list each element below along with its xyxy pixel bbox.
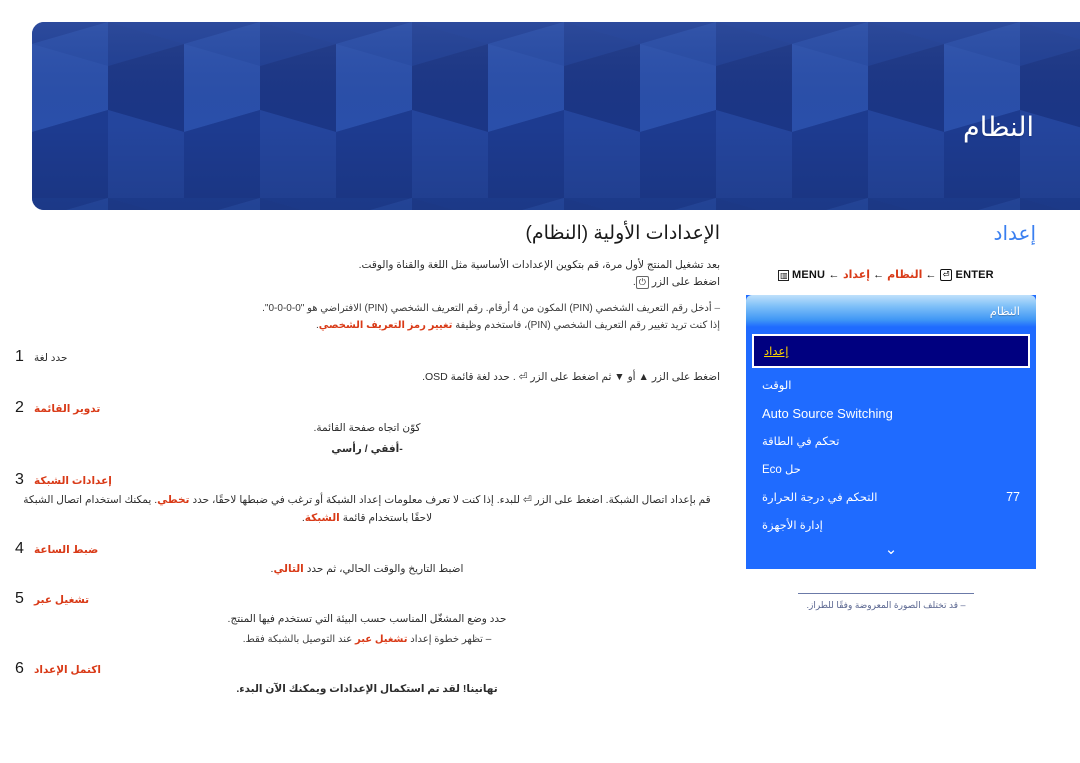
osd-item-auto-source-switching[interactable]: Auto Source Switching [746, 399, 1036, 427]
osd-item-power-control[interactable]: تحكم في الطاقة [746, 427, 1036, 455]
page-content: الإعدادات الأولية (النظام) بعد تشغيل الم… [0, 222, 1080, 763]
menu-path-breadcrumb: ▥ MENU ← النظام ← إعداد ← ⏎ ENTER [736, 268, 1036, 282]
instructions-column: الإعدادات الأولية (النظام) بعد تشغيل الم… [14, 222, 720, 711]
step-1-head: 1 حدد لغة [14, 348, 720, 366]
osd-item-temperature-control-value: 77 [1006, 490, 1020, 505]
osd-panel-header: النظام [746, 295, 1036, 328]
page-header-banner: النظام [32, 22, 1080, 210]
setup-step-3: 3 إعدادات الشبكة قم بإعداد اتصال الشبكة.… [14, 471, 720, 528]
breadcrumb-enter-word: ENTER [955, 269, 994, 281]
osd-item-setup-label: إعداد [764, 346, 789, 359]
step-4-label: ضبط الساعة [34, 543, 99, 556]
step-2-head: 2 تدوير القائمة [14, 399, 720, 417]
step-2-label: تدوير القائمة [34, 403, 101, 416]
breadcrumb-arrow-3: ← [925, 269, 937, 281]
breadcrumb-arrow-1: ← [828, 269, 840, 281]
chevron-down-icon[interactable]: ⌄ [746, 539, 1036, 559]
step-3-head: 3 إعدادات الشبكة [14, 471, 720, 489]
pin-note-line-2a: إذا كنت تريد تغيير رقم التعريف الشخصي (P… [455, 320, 720, 332]
next-option-link[interactable]: التالي [273, 563, 303, 575]
step-3-body-a: قم بإعداد اتصال الشبكة. اضغط على الزر ⏎ … [192, 493, 711, 506]
menu-button-icon: ▥ [778, 269, 789, 281]
note-dash: ‒ [714, 303, 720, 315]
step-4-head: 4 ضبط الساعة [14, 540, 720, 558]
osd-section-title: إعداد [993, 223, 1036, 245]
setup-step-6: 6 اكتمل الإعداد تهانينا! لقد تم استكمال … [14, 660, 720, 699]
step-5-number: 5 [15, 590, 24, 608]
osd-menu-panel: النظام إعداد الوقت Auto Source Switching… [746, 295, 1036, 570]
step-3-label: إعدادات الشبكة [34, 474, 112, 487]
osd-item-auto-source-switching-label: Auto Source Switching [762, 405, 893, 421]
step-6-head: 6 اكتمل الإعداد [14, 660, 720, 678]
step-2-options: -أفقي / رأسي [331, 443, 403, 455]
step-2-number: 2 [15, 399, 24, 417]
pin-note: ‒ أدخل رقم التعريف الشخصي (PIN) المكون م… [14, 300, 720, 334]
breadcrumb-crumb-setup[interactable]: إعداد [843, 269, 870, 281]
osd-item-setup[interactable]: إعداد [752, 334, 1030, 369]
step-6-number: 6 [15, 660, 24, 678]
breadcrumb-crumb-system[interactable]: النظام [887, 269, 922, 281]
step-5-note: ‒ تظهر خطوة إعداد تشغيل عبر عند التوصيل … [14, 631, 720, 648]
setup-step-4: 4 ضبط الساعة اضبط التاريخ والوقت الحالي،… [14, 540, 720, 579]
osd-reference-column: إعداد ▥ MENU ← النظام ← إعداد ← ⏎ ENTER … [736, 222, 1036, 611]
setup-step-2: 2 تدوير القائمة كوّن اتجاه صفحة القائمة.… [14, 399, 720, 459]
section-title: الإعدادات الأولية (النظام) [525, 223, 720, 244]
caption-divider [798, 593, 974, 595]
step-1-body: اضغط على الزر ▲ أو ▼ ثم اضغط على الزر ⏎ … [422, 371, 720, 384]
step-5-body: حدد وضع المشغّل المناسب حسب البيئة التي … [227, 613, 507, 626]
step-6-label: اكتمل الإعداد [34, 664, 101, 677]
step-4-body: اضبط التاريخ والوقت الحالي، ثم حدد التال… [14, 561, 720, 579]
intro-line-2-prefix: اضغط على الزر [651, 276, 720, 288]
step-4-number: 4 [15, 539, 24, 557]
osd-item-device-manager[interactable]: إدارة الأجهزة [746, 511, 1036, 539]
osd-item-eco-solution[interactable]: حل Eco [746, 455, 1036, 483]
setup-step-5: 5 تشغيل عبر حدد وضع المشغّل المناسب حسب … [14, 590, 720, 648]
step-1-number: 1 [15, 348, 24, 366]
osd-item-time[interactable]: الوقت [746, 371, 1036, 399]
step-4-body-a: اضبط التاريخ والوقت الحالي، ثم حدد [306, 562, 464, 575]
breadcrumb-menu-word: MENU [792, 269, 826, 281]
step-5-head: 5 تشغيل عبر [14, 590, 720, 608]
breadcrumb-arrow-2: ← [873, 269, 885, 281]
page-title: النظام [963, 112, 1034, 142]
pin-note-line-1: أدخل رقم التعريف الشخصي (PIN) المكون من … [262, 303, 712, 315]
osd-image-caption: ‒ قد تختلف الصورة المعروضة وفقًا للطراز. [806, 600, 966, 611]
intro-line-1: بعد تشغيل المنتج لأول مرة، قم بتكوين الإ… [358, 258, 720, 271]
step-2-body: كوّن اتجاه صفحة القائمة. [313, 422, 421, 435]
osd-header-label: النظام [989, 306, 1020, 319]
step-5-note-dash: ‒ [485, 634, 492, 646]
power-key-icon: ⏻ [635, 275, 649, 289]
osd-item-temperature-control[interactable]: التحكم في درجة الحرارة 77 [746, 483, 1036, 511]
step-5-note-b: عند التوصيل بالشبكة فقط. [242, 634, 353, 646]
setup-steps-list: 1 حدد لغة اضغط على الزر ▲ أو ▼ ثم اضغط ع… [14, 348, 720, 699]
step-6-body: تهانينا! لقد تم استكمال الإعدادات ويمكنك… [236, 683, 498, 696]
osd-item-time-label: الوقت [762, 380, 792, 393]
banner-cube-pattern [32, 22, 1080, 210]
network-menu-link[interactable]: الشبكة [305, 512, 340, 524]
skip-option-link[interactable]: تخطي [157, 494, 189, 506]
step-1-label: حدد لغة [34, 352, 68, 365]
step-3-body: قم بإعداد اتصال الشبكة. اضغط على الزر ⏎ … [14, 492, 720, 528]
intro-paragraph: بعد تشغيل المنتج لأول مرة، قم بتكوين الإ… [14, 257, 720, 292]
step-5-note-a: تظهر خطوة إعداد [410, 634, 483, 646]
osd-menu-items: إعداد الوقت Auto Source Switching تحكم ف… [746, 327, 1036, 539]
osd-item-temperature-control-label: التحكم في درجة الحرارة [762, 492, 878, 505]
osd-item-device-manager-label: إدارة الأجهزة [762, 520, 823, 533]
step-3-number: 3 [15, 470, 24, 488]
osd-item-power-control-label: تحكم في الطاقة [762, 436, 840, 449]
setup-step-1: 1 حدد لغة اضغط على الزر ▲ أو ▼ ثم اضغط ع… [14, 348, 720, 387]
enter-key-icon: ⏎ [939, 269, 953, 282]
play-via-link[interactable]: تشغيل عبر [355, 634, 408, 645]
change-pin-link[interactable]: تغيير رمز التعريف الشخصي [319, 320, 453, 331]
step-5-label: تشغيل عبر [34, 594, 90, 607]
osd-item-eco-solution-label: حل Eco [762, 464, 801, 477]
